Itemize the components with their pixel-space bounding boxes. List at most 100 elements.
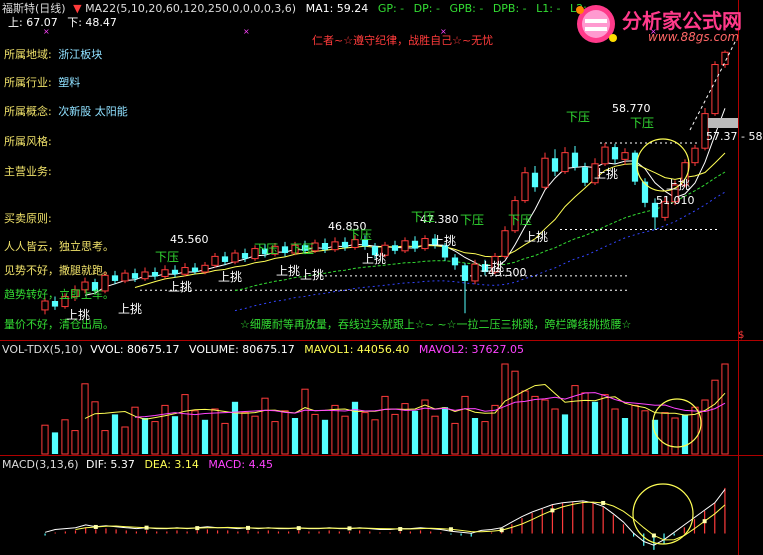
volume-bar: [441, 407, 449, 454]
volume-bar: [91, 401, 99, 455]
volume-bar: [331, 404, 339, 455]
candle-body: [161, 269, 169, 277]
candle-body: [191, 267, 199, 272]
candle-body: [231, 252, 239, 263]
price-range-row: 上: 67.07 下: 48.47: [8, 14, 117, 30]
trend-dashed-line: [689, 39, 737, 131]
dea-value: DEA: 3.14: [144, 458, 199, 471]
candle-body: [401, 240, 409, 252]
candle-body: [521, 172, 529, 202]
volume-header: VOL-TDX(5,10) VVOL: 80675.17 VOLUME: 806…: [2, 343, 524, 356]
candle-body: [41, 300, 49, 311]
volume-bar: [191, 410, 199, 455]
industry-value: 塑料: [58, 76, 81, 89]
candle-body: [561, 152, 569, 173]
dea-marker: [601, 500, 606, 505]
candle-body: [611, 147, 619, 160]
candle-body: [541, 157, 549, 188]
candle-body: [211, 255, 219, 266]
volume-bar: [101, 430, 109, 455]
volume-bar: [511, 370, 519, 455]
candle-body: [391, 245, 399, 251]
volume-bar: [701, 399, 709, 455]
volume-bar: [241, 412, 249, 455]
principle-2: 见势不好，撒腿就跑。: [4, 264, 114, 277]
pick-label: 上挑: [480, 260, 505, 274]
push-label: 下压: [411, 210, 436, 224]
dea-marker: [93, 524, 98, 529]
pick-label: 上挑: [666, 178, 691, 192]
volume-bar: [211, 408, 219, 455]
region-row: 所属地域: 浙江板块: [4, 46, 102, 62]
push-label: 下压: [348, 228, 373, 242]
volume-bar: [81, 383, 89, 455]
candle-body: [421, 238, 429, 250]
dp-value: DP: -: [413, 2, 440, 15]
candle-body: [321, 243, 329, 250]
dea-marker: [651, 533, 656, 538]
candle-body: [181, 267, 189, 275]
site-logo[interactable]: 分析家公式网 www.88gs.com: [566, 2, 763, 46]
volume-chart: [41, 363, 729, 455]
push-label: 下压: [508, 213, 533, 227]
volume-bar: [541, 399, 549, 455]
volume-bar: [41, 424, 49, 455]
candle-body: [551, 158, 559, 172]
volume-bar: [131, 406, 139, 455]
volume-bar: [561, 414, 569, 454]
volume-title[interactable]: VOL-TDX(5,10): [2, 343, 83, 356]
candle-body: [121, 272, 129, 282]
push-label: 下压: [630, 116, 655, 130]
volume-bar: [231, 401, 239, 454]
principle-3: 趋势转好，立即上车。: [4, 288, 114, 301]
volume-bar: [531, 395, 539, 455]
pick-label: 上挑: [362, 252, 387, 266]
scroll-text: ☆细腰耐等再放量，吞线过头就跟上☆~ ~☆一拉二压三挑跳，跨栏蹲线挑揽腰☆: [240, 318, 632, 331]
volume-bar: [451, 422, 459, 455]
volume-bar: [401, 403, 409, 455]
volume-bar: [641, 410, 649, 455]
pick-label: 上挑: [276, 264, 301, 278]
macd-title[interactable]: MACD(3,13,6): [2, 458, 79, 471]
push-label: 下压: [566, 110, 591, 124]
volume-bar: [381, 395, 389, 455]
volume-bar: [671, 417, 679, 455]
volume-bar: [661, 412, 669, 455]
volume-bar: [291, 418, 299, 454]
volume-bar: [361, 412, 369, 455]
candle-body: [471, 263, 479, 282]
business-row: 主营业务:: [4, 163, 52, 179]
principle-4: 量价不好，清仓出局。: [4, 318, 114, 331]
candle-body: [581, 167, 589, 183]
dea-marker: [702, 519, 707, 524]
dollar-mark: $: [738, 330, 745, 341]
candle-body: [331, 241, 339, 251]
dea-marker: [246, 525, 251, 530]
volume-bar: [481, 421, 489, 455]
volume-bar: [411, 410, 419, 454]
style-label: 所属风格:: [4, 135, 52, 148]
volume-bar: [171, 416, 179, 454]
ma1-value: MA1: 59.24: [305, 2, 369, 15]
industry-label: 所属行业:: [4, 76, 52, 89]
volume-bar: [501, 363, 509, 455]
volume-bar: [681, 414, 689, 454]
pick-label: 上挑: [300, 268, 325, 282]
dpb-value: DPB: -: [492, 2, 527, 15]
down-price: 下: 48.47: [67, 16, 117, 29]
candle-body: [131, 273, 139, 279]
volume-bar: [221, 422, 229, 455]
dif-value: DIF: 5.37: [86, 458, 135, 471]
candle-body: [461, 265, 469, 281]
push-label: 下压: [254, 242, 279, 256]
volume-bar: [201, 419, 209, 454]
gpb-value: GPB: -: [449, 2, 484, 15]
candle-body: [501, 230, 509, 257]
volume-bar: [281, 410, 289, 455]
pick-label: 上挑: [66, 308, 91, 322]
candle-body: [451, 257, 459, 266]
volume-bar: [611, 408, 619, 455]
price-label-5737: 57.37 - 58: [706, 130, 763, 143]
volume-bar: [391, 413, 399, 455]
logo-badge-icon: [576, 5, 617, 43]
